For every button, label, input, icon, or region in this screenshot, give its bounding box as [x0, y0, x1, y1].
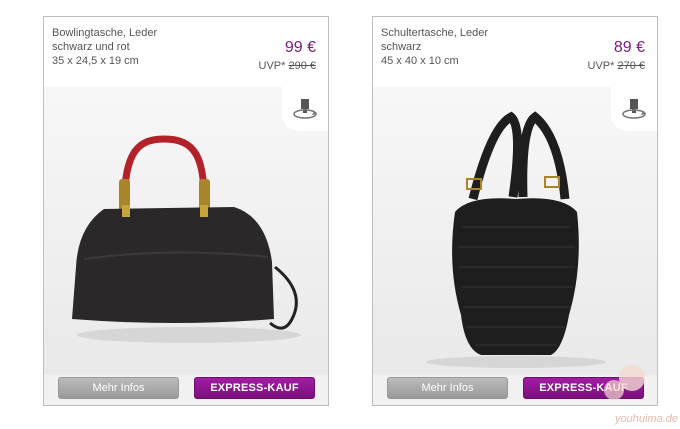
uvp-label: UVP* [258, 60, 286, 72]
product-uvp: UVP* 290 € [259, 60, 317, 72]
bag-body [452, 198, 579, 355]
product-uvp: UVP* 270 € [588, 60, 646, 72]
product-title: Schultertasche, Leder schwarz 45 x 40 x … [381, 26, 488, 68]
product-price: 89 € [613, 39, 645, 56]
rotate-view-button[interactable] [282, 87, 328, 131]
express-buy-button[interactable]: EXPRESS-KAUF [194, 377, 315, 399]
rotate-view-icon [293, 99, 317, 119]
watermark-logo-icon [604, 365, 645, 400]
product-card-shoulder: Schultertasche, Leder schwarz 45 x 40 x … [372, 16, 658, 406]
product-color-line: schwarz und rot [52, 41, 130, 53]
product-header: Bowlingtasche, Leder schwarz und rot 35 … [44, 17, 328, 87]
rotate-view-icon [622, 99, 646, 119]
rotate-view-button[interactable] [611, 87, 657, 131]
buckle-right [544, 176, 560, 188]
hardware-left [122, 205, 130, 217]
product-title-line: Schultertasche, Leder [381, 27, 489, 39]
product-color-line: schwarz [381, 41, 422, 53]
shoulder-bag-image[interactable] [373, 87, 658, 375]
more-info-button[interactable]: Mehr Infos [387, 377, 508, 399]
product-card-bowling: Bowlingtasche, Leder schwarz und rot 35 … [43, 16, 329, 406]
bag-shadow [77, 327, 301, 343]
uvp-old-price: 270 € [617, 60, 645, 72]
more-info-button[interactable]: Mehr Infos [58, 377, 179, 399]
watermark-text: youhuima.de [615, 413, 678, 425]
bag-handle-left [468, 111, 522, 201]
product-price: 99 € [284, 39, 316, 56]
bag-body [72, 207, 274, 323]
product-title: Bowlingtasche, Leder schwarz und rot 35 … [52, 26, 157, 68]
product-title-line: Bowlingtasche, Leder [52, 27, 158, 39]
product-size-line: 45 x 40 x 10 cm [381, 55, 459, 67]
uvp-label: UVP* [587, 60, 615, 72]
bag-handle [120, 135, 208, 216]
bowling-bag-image[interactable] [44, 87, 329, 375]
product-header: Schultertasche, Leder schwarz 45 x 40 x … [373, 17, 657, 87]
product-size-line: 35 x 24,5 x 19 cm [52, 55, 139, 67]
hardware-right [200, 205, 208, 217]
uvp-old-price: 290 € [288, 60, 316, 72]
bag-shadow [426, 356, 606, 368]
